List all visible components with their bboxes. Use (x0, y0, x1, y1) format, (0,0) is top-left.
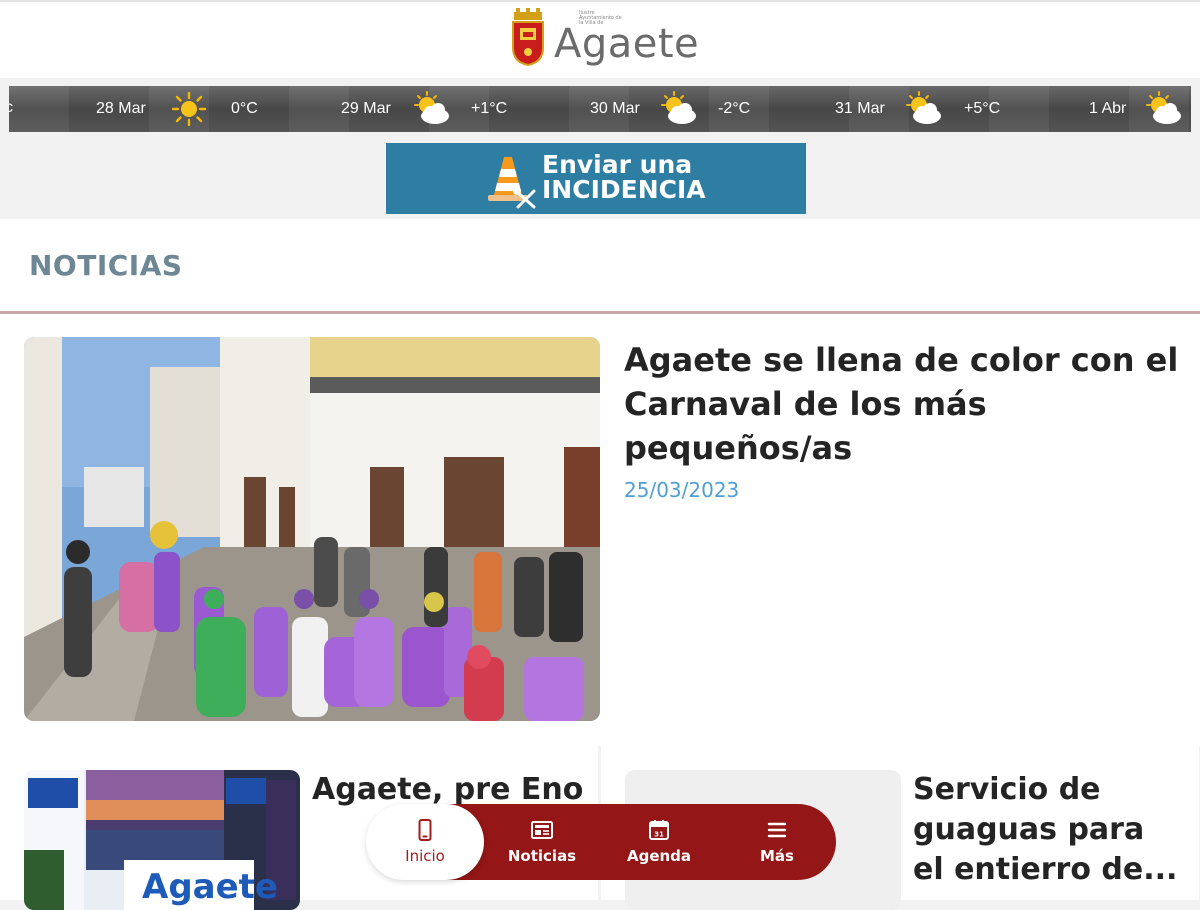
nav-tab-inicio[interactable]: Inicio (366, 804, 484, 880)
nav-tab-label: Inicio (405, 847, 445, 865)
svg-text:31: 31 (654, 831, 664, 839)
partly-cloudy-icon (906, 91, 941, 124)
weather-temp: +1°C (471, 100, 508, 117)
agaete-logo[interactable]: Ilustre Ayuntamiento de la Villa de Agae… (510, 8, 710, 70)
coat-of-arms-icon (512, 8, 544, 66)
weather-temp: 0°C (231, 100, 258, 117)
partly-cloudy-icon (661, 91, 696, 124)
featured-news-image[interactable] (24, 337, 600, 721)
nav-tab-label: Más (760, 847, 794, 865)
send-incident-button[interactable]: Enviar una INCIDENCIA (386, 143, 806, 214)
bottom-navigation: Inicio Noticias 31 Agenda Más (366, 804, 836, 880)
section-title: NOTICIAS (29, 249, 183, 282)
featured-news-title[interactable]: Agaete se llena de color con el Carnaval… (624, 338, 1184, 470)
traffic-cone-icon (488, 157, 536, 209)
weather-date: 1 Abr (1089, 100, 1127, 117)
nav-tab-label: Noticias (507, 847, 577, 865)
weather-date: 30 Mar (590, 100, 640, 117)
news-section-header: NOTICIAS (0, 219, 1200, 311)
phone-icon (418, 819, 432, 841)
fitur-stand-photo: Agaete (24, 770, 300, 910)
agaete-stand-lettering: Agaete (142, 867, 278, 907)
weather-date: 28 Mar (96, 100, 146, 117)
newspaper-icon (531, 821, 553, 839)
incident-label-bottom: INCIDENCIA (542, 175, 706, 204)
nav-tab-agenda[interactable]: 31 Agenda (600, 804, 718, 880)
nav-tab-noticias[interactable]: Noticias (483, 804, 601, 880)
carnival-parade-photo (24, 337, 600, 721)
weather-clipped-edge: c (9, 99, 13, 116)
calendar-icon: 31 (649, 820, 669, 840)
weather-date: 31 Mar (835, 100, 885, 117)
featured-news-item[interactable]: Agaete se llena de color con el Carnaval… (0, 314, 1200, 746)
news-card-image[interactable]: Agaete (24, 770, 300, 910)
news-card-title[interactable]: Servicio de guaguas para el entierro de.… (913, 770, 1183, 890)
weather-temp: +5°C (964, 100, 1001, 117)
sun-icon (171, 91, 207, 127)
featured-news-date: 25/03/2023 (624, 478, 740, 502)
nav-tab-label: Agenda (626, 847, 692, 865)
logo-wordmark: Agaete (554, 21, 700, 67)
nav-tab-mas[interactable]: Más (718, 804, 836, 880)
header-divider (0, 0, 1200, 2)
partly-cloudy-icon (1146, 91, 1181, 124)
app-header: Ilustre Ayuntamiento de la Villa de Agae… (0, 0, 1200, 78)
weather-temp: -2°C (718, 100, 751, 117)
partly-cloudy-icon (414, 91, 449, 124)
menu-icon (767, 822, 787, 838)
weather-date: 29 Mar (341, 100, 391, 117)
weather-strip[interactable]: c 28 Mar 0°C 29 Mar +1°C 30 Mar -2°C 31 … (9, 86, 1191, 132)
